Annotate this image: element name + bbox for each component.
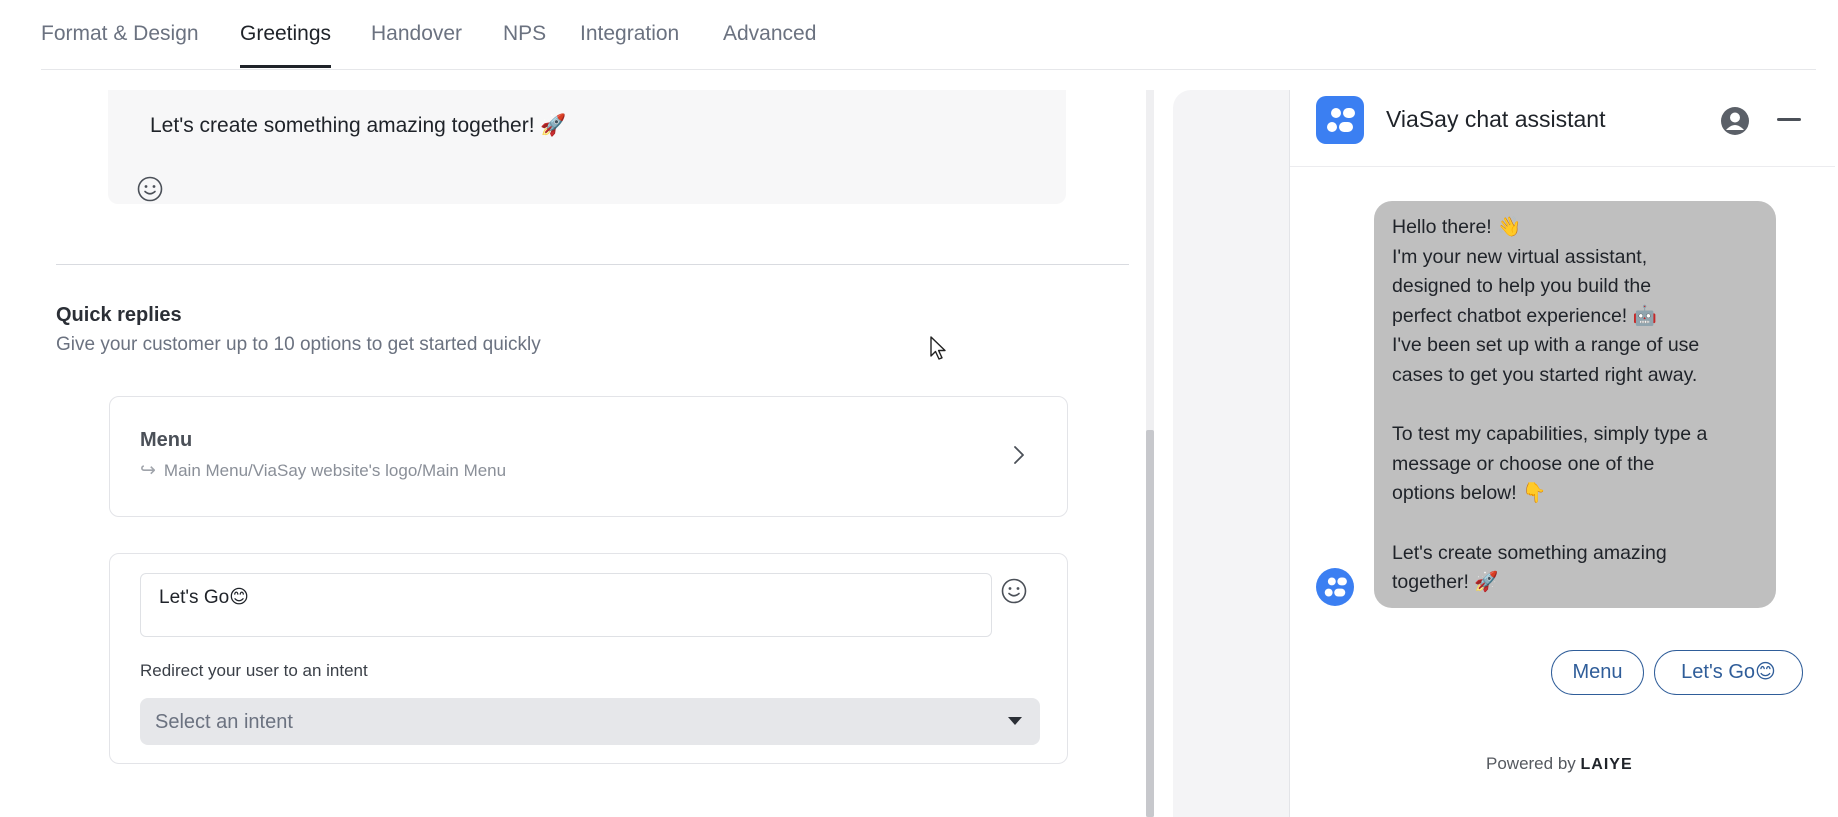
smile-icon[interactable] xyxy=(1001,578,1027,604)
tab-handover[interactable]: Handover xyxy=(371,22,462,46)
smile-icon[interactable] xyxy=(137,176,163,202)
scrollbar-thumb[interactable] xyxy=(1146,430,1154,817)
mouse-cursor-icon xyxy=(930,336,946,360)
redirect-intent-label: Redirect your user to an intent xyxy=(140,661,368,680)
chat-widget: ViaSay chat assistant Hello there! 👋 I'm… xyxy=(1289,90,1835,817)
menu-item-title: Menu xyxy=(140,429,193,451)
chat-widget-header: ViaSay chat assistant xyxy=(1290,90,1835,167)
tab-greetings[interactable]: Greetings xyxy=(240,22,332,68)
brand-logo: LAIYE xyxy=(1580,756,1633,773)
tab-format-design[interactable]: Format & Design xyxy=(41,22,199,46)
quick-reply-button-lets-go[interactable]: Let's Go😊 xyxy=(1654,650,1803,695)
bot-avatar-icon xyxy=(1316,568,1354,606)
quick-replies-subtitle: Give your customer up to 10 options to g… xyxy=(56,334,541,355)
user-icon[interactable] xyxy=(1720,106,1750,136)
quick-replies-title: Quick replies xyxy=(56,304,182,326)
greeting-message-editor[interactable]: Let's create something amazing together!… xyxy=(108,90,1066,204)
quick-reply-button-menu[interactable]: Menu xyxy=(1551,650,1644,695)
quick-reply-label-input[interactable]: Let's Go😊 xyxy=(140,573,992,637)
settings-tabs: Format & Design Greetings Handover NPS I… xyxy=(41,0,1816,70)
tab-nps[interactable]: NPS xyxy=(503,22,546,46)
quick-reply-menu-card[interactable]: Menu ↪ Main Menu/ViaSay website's logo/Ma… xyxy=(109,396,1068,517)
chat-widget-title: ViaSay chat assistant xyxy=(1386,106,1606,132)
section-divider xyxy=(56,264,1129,265)
bot-message-text: Hello there! 👋 I'm your new virtual assi… xyxy=(1392,216,1708,594)
tab-advanced[interactable]: Advanced xyxy=(723,22,816,46)
powered-by: Powered by LAIYE xyxy=(1486,754,1633,774)
powered-by-text: Powered by xyxy=(1486,754,1576,773)
bot-logo-icon xyxy=(1316,96,1364,144)
editor-scrollbar[interactable] xyxy=(1146,90,1154,817)
tab-integration[interactable]: Integration xyxy=(580,22,679,46)
intent-select[interactable]: Select an intent xyxy=(140,698,1040,745)
greeting-text[interactable]: Let's create something amazing together!… xyxy=(150,114,567,138)
menu-item-path: ↪ Main Menu/ViaSay website's logo/Main Me… xyxy=(140,459,506,482)
quick-reply-label-value: Let's Go😊 xyxy=(159,587,249,608)
bot-message-bubble: Hello there! 👋 I'm your new virtual assi… xyxy=(1374,201,1776,608)
reply-arrow-icon: ↪ xyxy=(140,460,156,481)
chevron-right-icon[interactable] xyxy=(1011,443,1027,467)
menu-item-path-text: Main Menu/ViaSay website's logo/Main Men… xyxy=(163,461,507,480)
intent-select-placeholder: Select an intent xyxy=(155,711,293,733)
caret-down-icon xyxy=(1008,717,1022,725)
quick-reply-card: Let's Go😊 Redirect your user to an inten… xyxy=(109,553,1068,764)
greetings-editor: Let's create something amazing together!… xyxy=(0,70,1150,817)
minimize-icon[interactable] xyxy=(1777,118,1801,121)
